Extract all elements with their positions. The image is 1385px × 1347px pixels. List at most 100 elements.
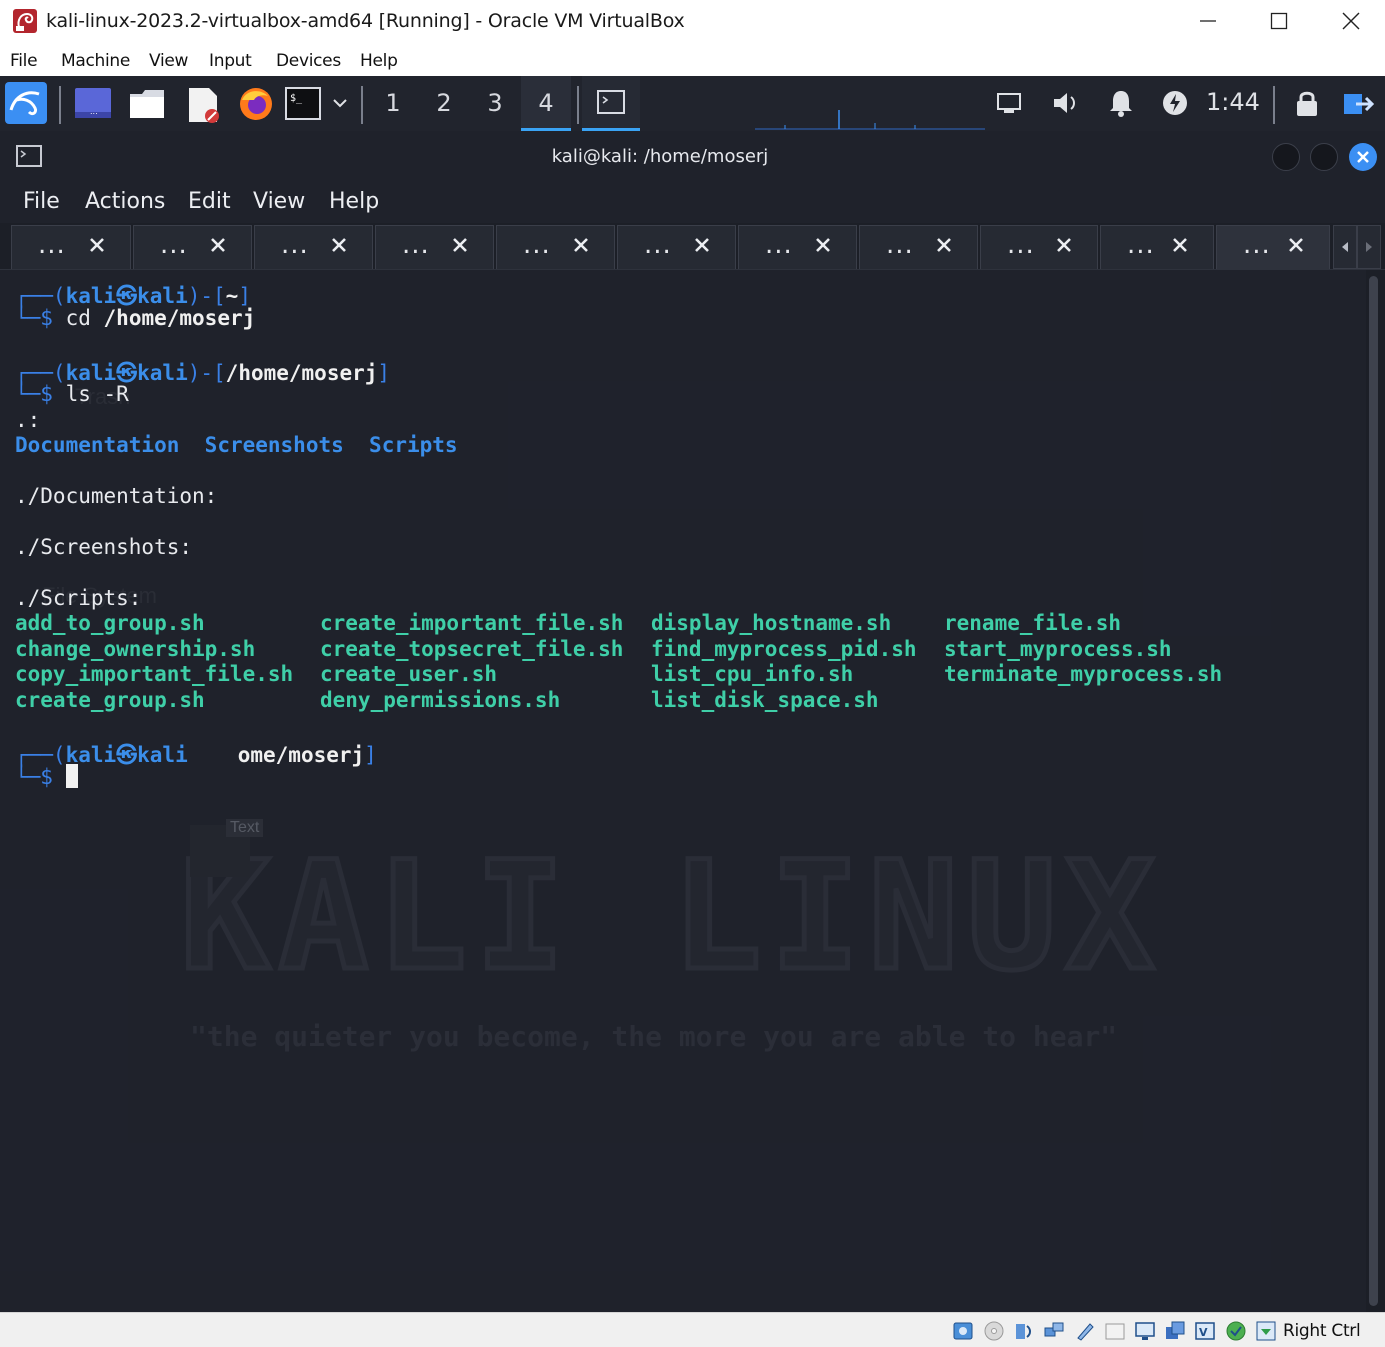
- terminal-tab[interactable]: ...: [738, 225, 857, 269]
- workspace-3[interactable]: 3: [470, 76, 520, 131]
- host-menu-machine[interactable]: Machine: [61, 51, 130, 71]
- terminal-menu-help[interactable]: Help: [329, 189, 379, 214]
- terminal-launcher-icon[interactable]: $_: [285, 87, 321, 120]
- logout-icon[interactable]: [1340, 90, 1376, 118]
- guest-additions-icon[interactable]: [1225, 1320, 1247, 1342]
- power-manager-icon[interactable]: [1162, 90, 1188, 116]
- kali-top-panel: ... $_ 1 2 3 4 1:44: [0, 76, 1385, 131]
- script-entry: find_myprocess_pid.sh: [651, 637, 917, 661]
- usb-icon[interactable]: [1074, 1320, 1096, 1342]
- ghost-text-tooltip: Text: [226, 819, 264, 837]
- prompt-path: ~: [225, 284, 239, 308]
- tab-close-icon[interactable]: [1287, 236, 1305, 254]
- output-line: ./Screenshots:: [15, 535, 193, 559]
- host-menu-input[interactable]: Input: [209, 51, 252, 71]
- maximize-button[interactable]: [1243, 0, 1315, 42]
- prompt-frame: ]: [377, 361, 391, 385]
- show-desktop-icon[interactable]: ...: [75, 88, 111, 118]
- text-editor-icon[interactable]: [187, 86, 221, 124]
- terminal-menu-actions[interactable]: Actions: [85, 189, 165, 214]
- terminal-minimize-button[interactable]: [1272, 143, 1300, 171]
- terminal-tab[interactable]: ...: [496, 225, 615, 269]
- tab-label: ...: [38, 230, 66, 260]
- kali-menu-icon[interactable]: [5, 82, 47, 124]
- terminal-tab[interactable]: ...: [617, 225, 736, 269]
- script-entry: add_to_group.sh: [15, 611, 205, 635]
- panel-separator: [577, 86, 579, 124]
- optical-drive-icon[interactable]: [983, 1320, 1005, 1342]
- tab-close-icon[interactable]: [814, 236, 832, 254]
- shared-folders-icon[interactable]: [1104, 1320, 1126, 1342]
- tab-close-icon[interactable]: [1171, 236, 1189, 254]
- scrollbar-thumb[interactable]: [1369, 276, 1378, 1306]
- notification-bell-icon[interactable]: [1108, 88, 1134, 118]
- firefox-icon[interactable]: [238, 86, 274, 122]
- tab-close-icon[interactable]: [935, 236, 953, 254]
- tab-close-icon[interactable]: [88, 236, 106, 254]
- text-cursor: [65, 764, 78, 788]
- terminal-title: kali@kali: /home/moserj: [551, 146, 769, 167]
- tab-close-icon[interactable]: [451, 236, 469, 254]
- workspace-1[interactable]: 1: [368, 76, 418, 131]
- terminal-tab[interactable]: ...: [133, 225, 252, 269]
- terminal-menu-edit[interactable]: Edit: [188, 189, 231, 214]
- dir-entry: Scripts: [369, 433, 458, 457]
- hard-disk-icon[interactable]: [952, 1320, 974, 1342]
- virtualbox-icon: [13, 9, 37, 33]
- svg-text:V: V: [1199, 1326, 1208, 1339]
- network-icon[interactable]: [1043, 1320, 1065, 1342]
- host-menu-devices[interactable]: Devices: [276, 51, 341, 71]
- network-icon[interactable]: [996, 91, 1022, 115]
- tab-close-icon[interactable]: [209, 236, 227, 254]
- recording-icon[interactable]: [1164, 1320, 1186, 1342]
- terminal-menu-file[interactable]: File: [23, 189, 60, 214]
- tab-close-icon[interactable]: [693, 236, 711, 254]
- prompt-symbol: └─$: [15, 765, 66, 789]
- terminal-scrollbar[interactable]: [1366, 270, 1385, 1312]
- host-menu-file[interactable]: File: [10, 51, 38, 71]
- terminal-menu-view[interactable]: View: [253, 189, 305, 214]
- tab-scroll-left-button[interactable]: [1333, 225, 1357, 269]
- workspace-4[interactable]: 4: [521, 76, 571, 131]
- host-key-label: Right Ctrl: [1283, 1321, 1361, 1341]
- tab-scroll-right-button[interactable]: [1357, 225, 1381, 269]
- close-button[interactable]: [1315, 0, 1385, 42]
- panel-clock[interactable]: 1:44: [1206, 88, 1260, 116]
- cpu-icon[interactable]: V: [1194, 1320, 1216, 1342]
- tab-close-icon[interactable]: [572, 236, 590, 254]
- terminal-tab[interactable]: ...: [1100, 225, 1214, 269]
- tab-label: ...: [1127, 230, 1155, 260]
- chevron-down-icon[interactable]: [332, 96, 348, 110]
- tab-label: ...: [402, 230, 430, 260]
- host-menu-help[interactable]: Help: [360, 51, 398, 71]
- terminal-close-button[interactable]: [1349, 143, 1377, 171]
- audio-icon[interactable]: [1013, 1320, 1035, 1342]
- terminal-output[interactable]: KALI LINUX "the quieter you become, the …: [0, 270, 1366, 1312]
- terminal-tab[interactable]: ...: [254, 225, 373, 269]
- command-text: ls -R: [65, 382, 129, 406]
- host-menu-view[interactable]: View: [149, 51, 188, 71]
- volume-icon[interactable]: [1051, 88, 1081, 118]
- terminal-titlebar[interactable]: kali@kali: /home/moserj: [0, 131, 1385, 183]
- terminal-tab[interactable]: ...: [859, 225, 978, 269]
- tab-close-icon[interactable]: [1055, 236, 1073, 254]
- terminal-maximize-button[interactable]: [1310, 143, 1338, 171]
- minimize-button[interactable]: [1172, 0, 1244, 42]
- vm-display[interactable]: ... $_ 1 2 3 4 1:44 kali@kali: /home/mos…: [0, 76, 1385, 1312]
- lock-screen-icon[interactable]: [1295, 89, 1319, 117]
- script-entry: list_disk_space.sh: [651, 688, 879, 712]
- keyboard-icon[interactable]: [1255, 1320, 1277, 1342]
- workspace-2[interactable]: 2: [419, 76, 469, 131]
- tab-close-icon[interactable]: [330, 236, 348, 254]
- taskbar-terminal-window[interactable]: [582, 76, 640, 131]
- prompt-path: ome/moserj: [237, 743, 365, 767]
- terminal-tab-active[interactable]: ...: [1216, 225, 1330, 269]
- prompt-user: kali㉿kali: [65, 284, 188, 308]
- terminal-tab[interactable]: ...: [375, 225, 494, 269]
- svg-text:...: ...: [90, 107, 98, 116]
- command-line[interactable]: └─$: [15, 764, 78, 789]
- terminal-tab[interactable]: ...: [980, 225, 1098, 269]
- terminal-tab[interactable]: ...: [11, 225, 131, 269]
- display-icon[interactable]: [1134, 1320, 1156, 1342]
- file-manager-icon[interactable]: [129, 88, 165, 120]
